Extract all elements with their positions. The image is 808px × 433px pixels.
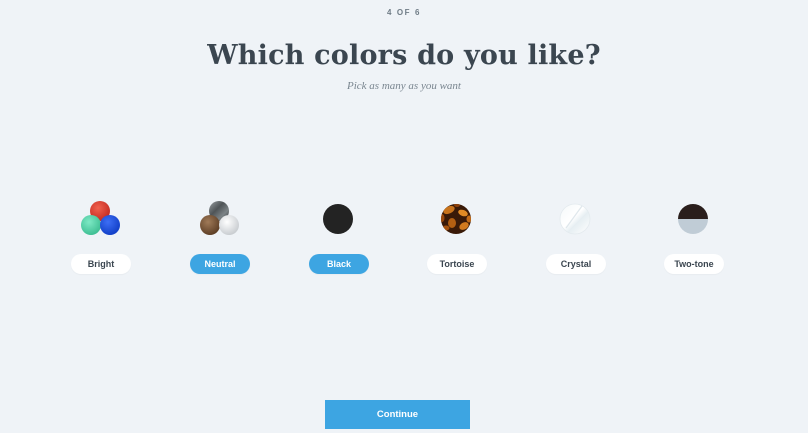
page-subtitle: Pick as many as you want [347, 80, 461, 92]
black-swatch-icon[interactable] [279, 196, 397, 242]
option-label[interactable]: Neutral [190, 254, 250, 274]
option-label[interactable]: Crystal [546, 254, 606, 274]
option-label[interactable]: Tortoise [427, 254, 487, 274]
crystal-swatch-icon[interactable] [516, 196, 634, 242]
option-crystal[interactable]: Crystal [516, 196, 634, 278]
option-label[interactable]: Bright [71, 254, 131, 274]
option-neutral[interactable]: Neutral [160, 196, 278, 278]
option-black[interactable]: Black [279, 196, 397, 278]
neutral-swatch-icon[interactable] [160, 196, 278, 242]
bright-swatch-icon[interactable] [41, 196, 159, 242]
option-bright[interactable]: Bright [41, 196, 159, 278]
tortoise-swatch-icon[interactable] [397, 196, 515, 242]
option-label[interactable]: Black [309, 254, 369, 274]
step-indicator: 4 OF 6 [386, 8, 422, 17]
option-two-tone[interactable]: Two-tone [634, 196, 752, 278]
two-tone-swatch-icon[interactable] [634, 196, 752, 242]
continue-button[interactable]: Continue [325, 400, 470, 429]
page-title: Which colors do you like? [207, 40, 601, 71]
option-tortoise[interactable]: Tortoise [397, 196, 515, 278]
color-options: Bright Neutral Black Tortoise Crystal Tw… [41, 196, 781, 286]
option-label[interactable]: Two-tone [664, 254, 724, 274]
